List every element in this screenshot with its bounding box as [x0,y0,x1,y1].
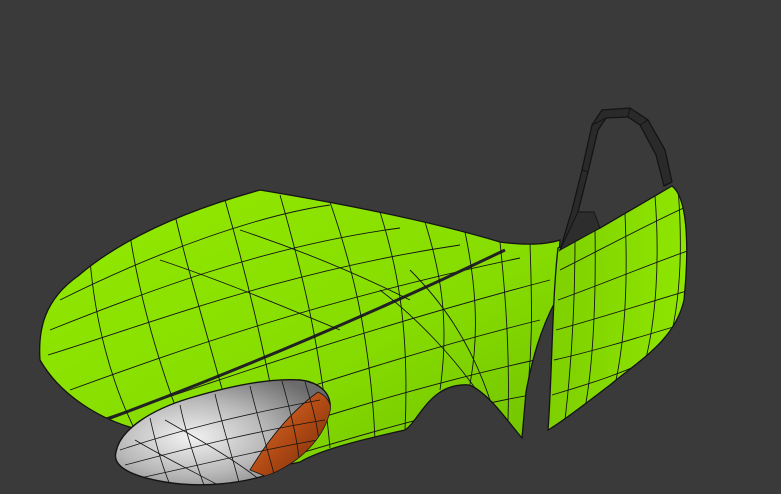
3d-viewport[interactable] [0,0,781,494]
viewport-canvas[interactable] [0,0,781,494]
